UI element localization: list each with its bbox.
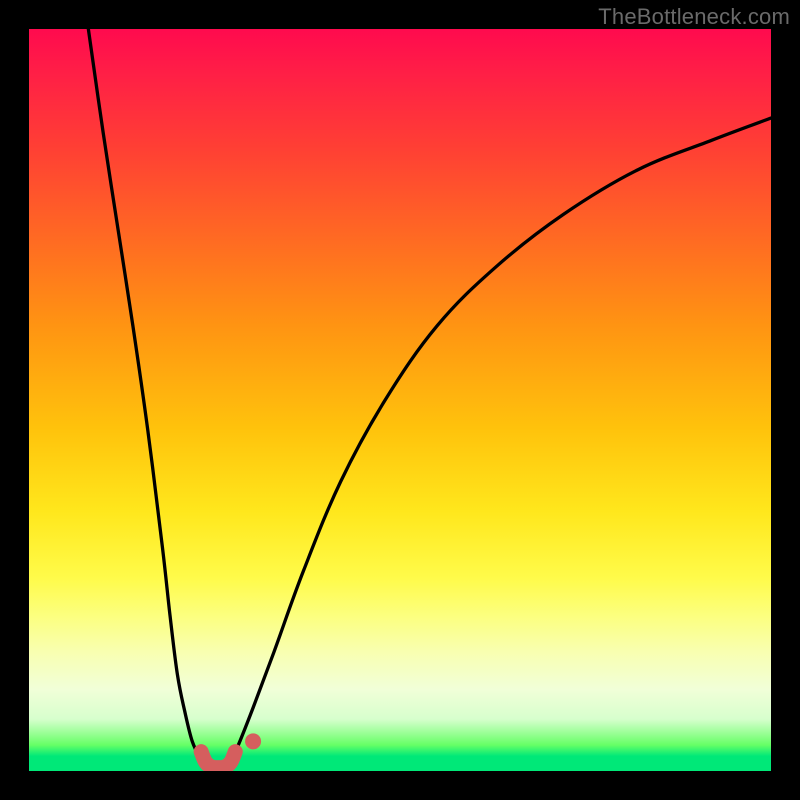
watermark-text: TheBottleneck.com <box>598 4 790 30</box>
valley-arc-marker <box>201 752 235 768</box>
chart-stage: TheBottleneck.com <box>0 0 800 800</box>
curve-layer <box>29 29 771 771</box>
plot-area <box>29 29 771 771</box>
black-curves <box>88 29 771 764</box>
right-branch-curve <box>229 118 771 764</box>
left-branch-curve <box>88 29 207 764</box>
valley-dot-marker <box>245 733 261 749</box>
valley-marker <box>201 733 261 767</box>
